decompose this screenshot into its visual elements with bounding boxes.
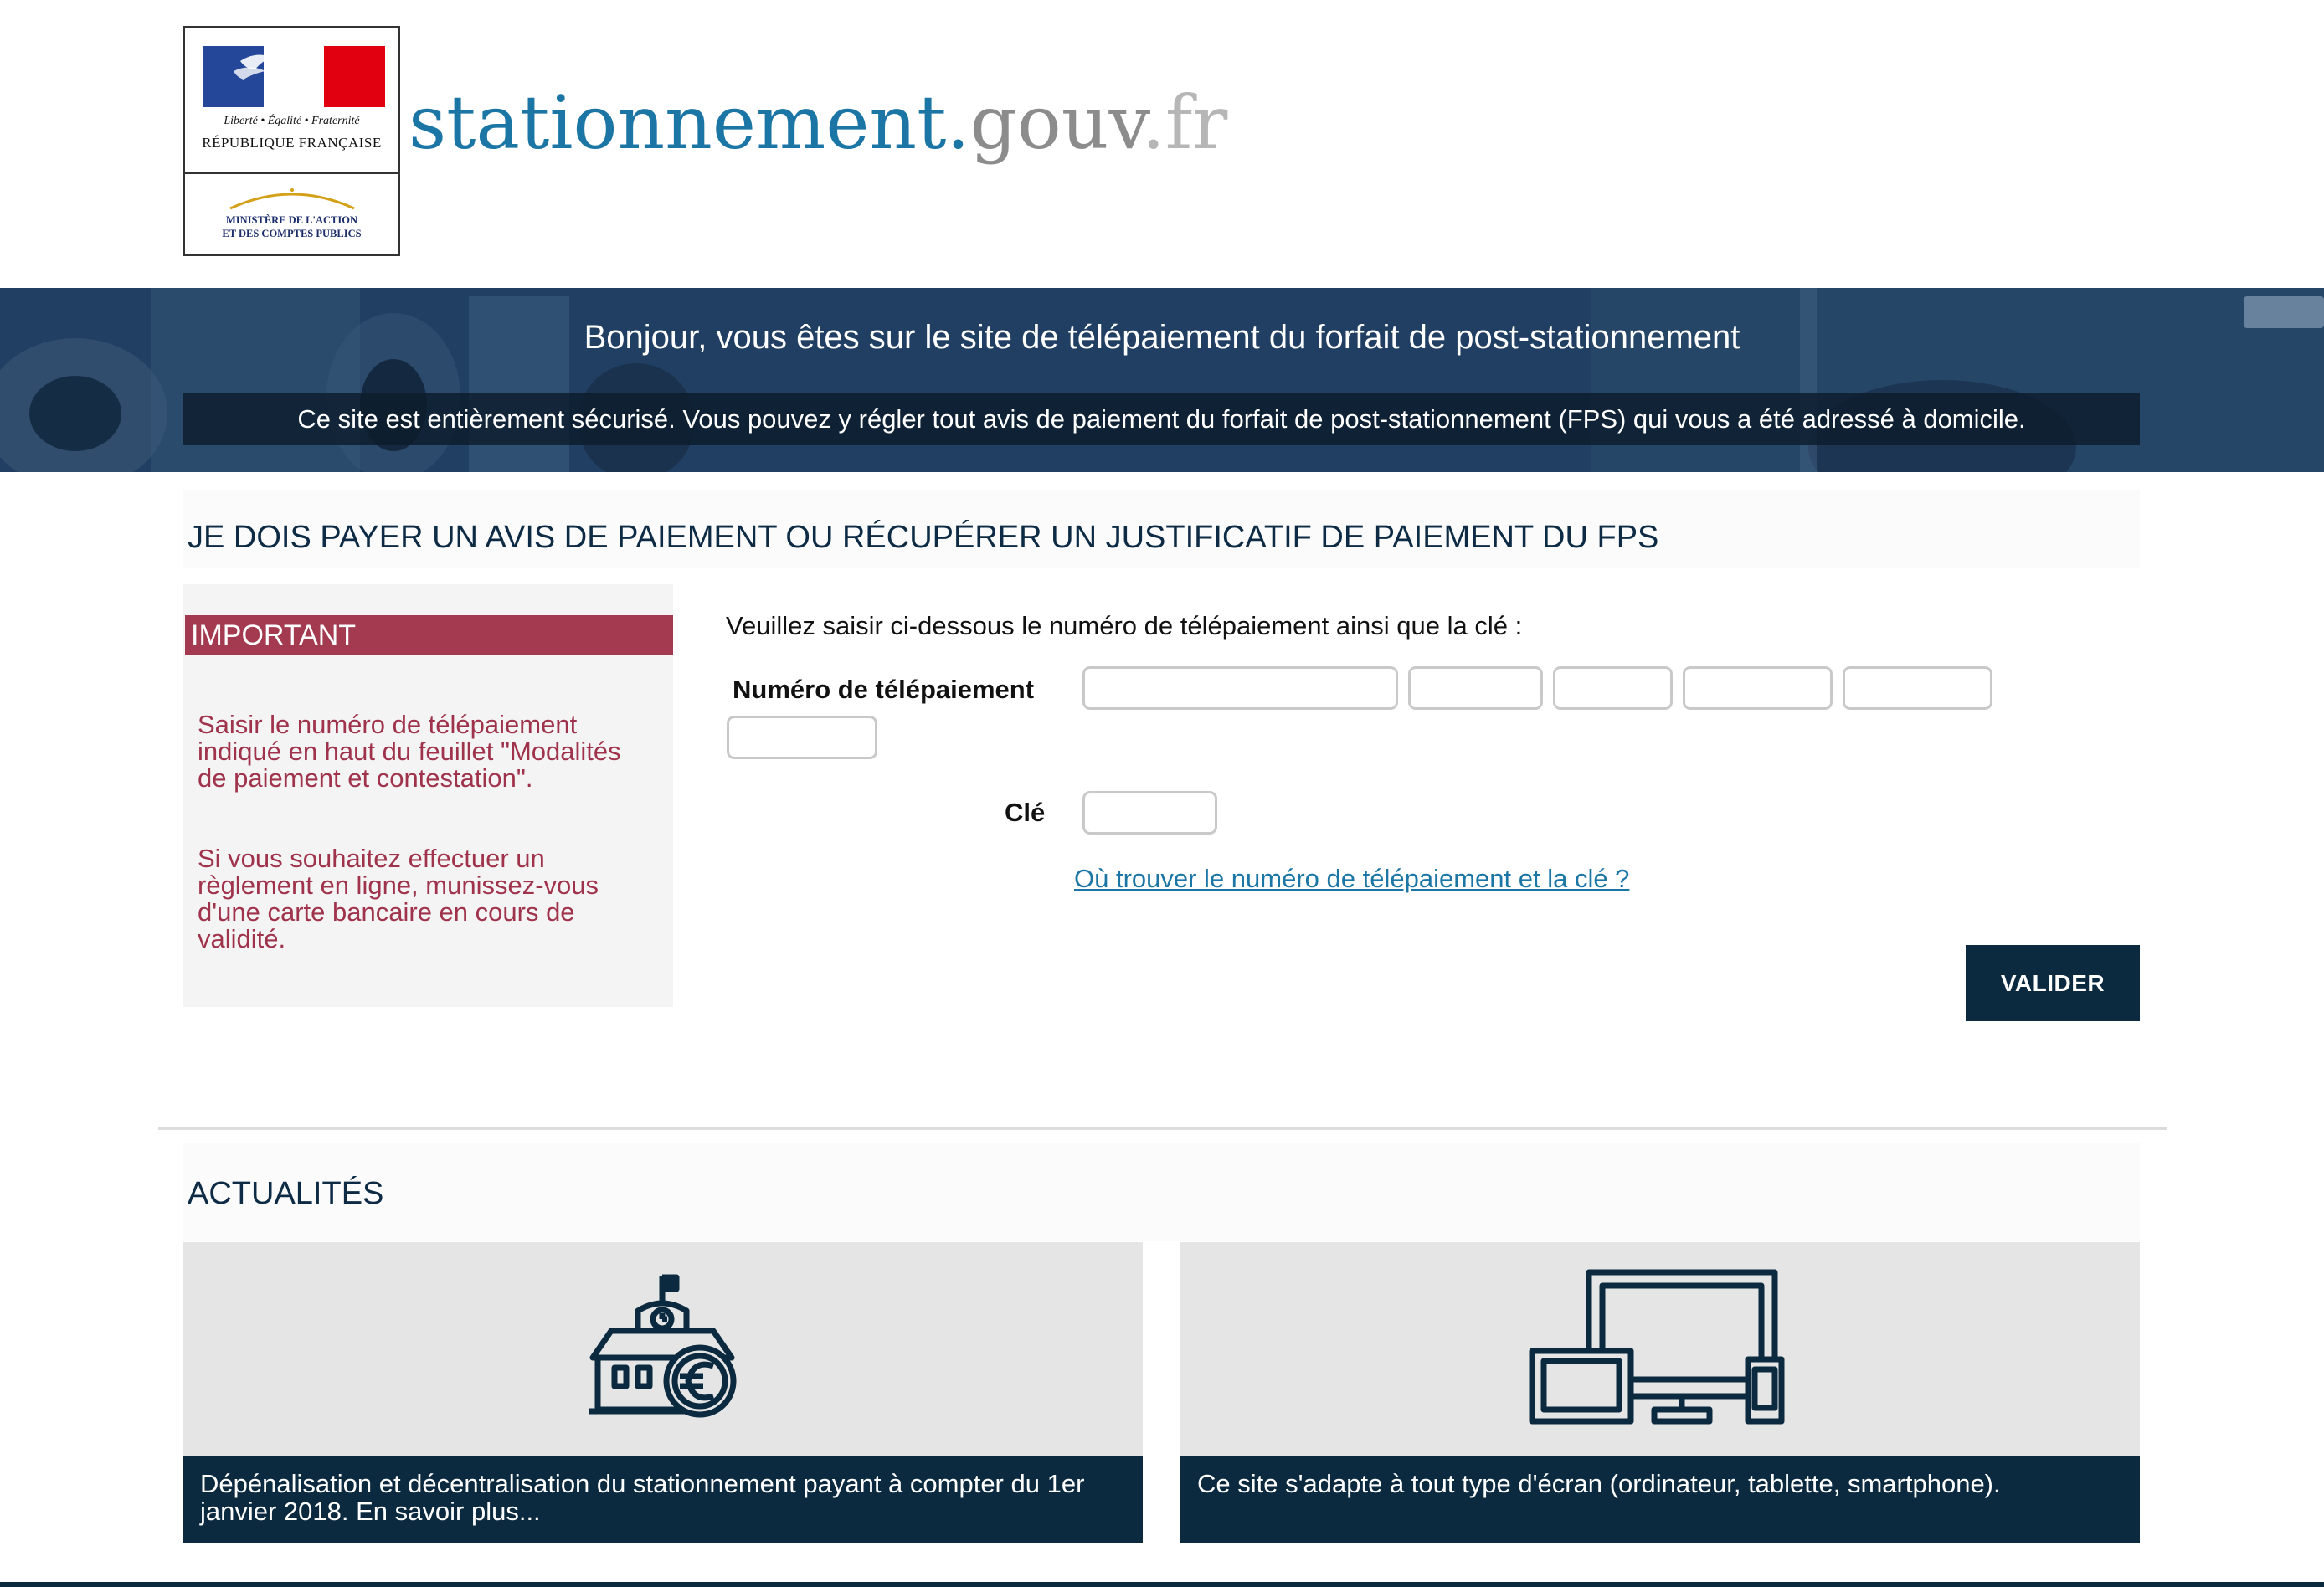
republique-francaise-text: RÉPUBLIQUE FRANÇAISE xyxy=(202,135,382,151)
numero-field-2[interactable] xyxy=(1408,666,1543,710)
important-paragraph: Si vous souhaitez effectuer un règlement… xyxy=(198,844,599,953)
valider-button[interactable]: VALIDER xyxy=(1966,945,2140,1021)
marianne-icon xyxy=(234,28,309,89)
devices-icon xyxy=(1529,1269,1785,1425)
form-instructions: Veuillez saisir ci-dessous le numéro de … xyxy=(726,611,1523,640)
news-card-caption: Ce site s'adapte à tout type d'écran (or… xyxy=(1180,1456,2140,1543)
payment-section-heading: JE DOIS PAYER UN AVIS DE PAIEMENT OU RÉC… xyxy=(183,490,2140,568)
help-link[interactable]: Où trouver le numéro de télépaiement et … xyxy=(1074,862,1629,896)
site-title-fr: fr xyxy=(1165,80,1228,166)
site-title-dot: . xyxy=(946,80,970,166)
news-card-responsive[interactable]: Ce site s'adapte à tout type d'écran (or… xyxy=(1180,1242,2140,1543)
news-card-caption: Dépénalisation et décentralisation du st… xyxy=(183,1456,1143,1543)
site-title[interactable]: stationnement.gouv.fr xyxy=(409,77,1227,169)
numero-field-4[interactable] xyxy=(1683,666,1833,710)
numero-telepaiement-label: Numéro de télépaiement xyxy=(733,675,1035,704)
site-title-gouv: gouv xyxy=(969,80,1142,166)
footer-border xyxy=(0,1582,2324,1587)
important-panel: IMPORTANT Saisir le numéro de télépaieme… xyxy=(183,584,673,1007)
important-paragraph: Saisir le numéro de télépaiement indiqué… xyxy=(198,710,621,793)
cle-field[interactable] xyxy=(1082,791,1217,835)
numero-field-5[interactable] xyxy=(1843,666,1992,710)
site-title-main: stationnement xyxy=(409,80,947,166)
numero-field-6[interactable] xyxy=(727,716,877,759)
ministere-text: MINISTÈRE DE L'ACTION ET DES COMPTES PUB… xyxy=(222,214,362,239)
government-logo: Liberté • Égalité • Fraternité RÉPUBLIQU… xyxy=(183,26,400,256)
welcome-banner: Bonjour, vous êtes sur le site de télépa… xyxy=(0,288,2324,472)
section-divider xyxy=(158,1127,2167,1130)
marianne-block: Liberté • Égalité • Fraternité RÉPUBLIQU… xyxy=(185,28,398,174)
important-title: IMPORTANT xyxy=(185,615,673,655)
news-section-heading: ACTUALITÉS xyxy=(183,1143,2140,1241)
numero-field-1[interactable] xyxy=(1082,666,1398,710)
ministry-arc-icon xyxy=(229,188,355,210)
site-title-dot: . xyxy=(1141,80,1165,166)
numero-field-3[interactable] xyxy=(1553,666,1673,710)
news-card-decentralisation[interactable]: Dépénalisation et décentralisation du st… xyxy=(183,1242,1143,1543)
devise-text: Liberté • Égalité • Fraternité xyxy=(224,115,360,127)
cle-label: Clé xyxy=(1005,798,1046,827)
town-hall-euro-icon xyxy=(589,1274,737,1418)
security-notice: Ce site est entièrement sécurisé. Vous p… xyxy=(183,393,2140,445)
banner-title: Bonjour, vous êtes sur le site de télépa… xyxy=(584,319,1740,356)
